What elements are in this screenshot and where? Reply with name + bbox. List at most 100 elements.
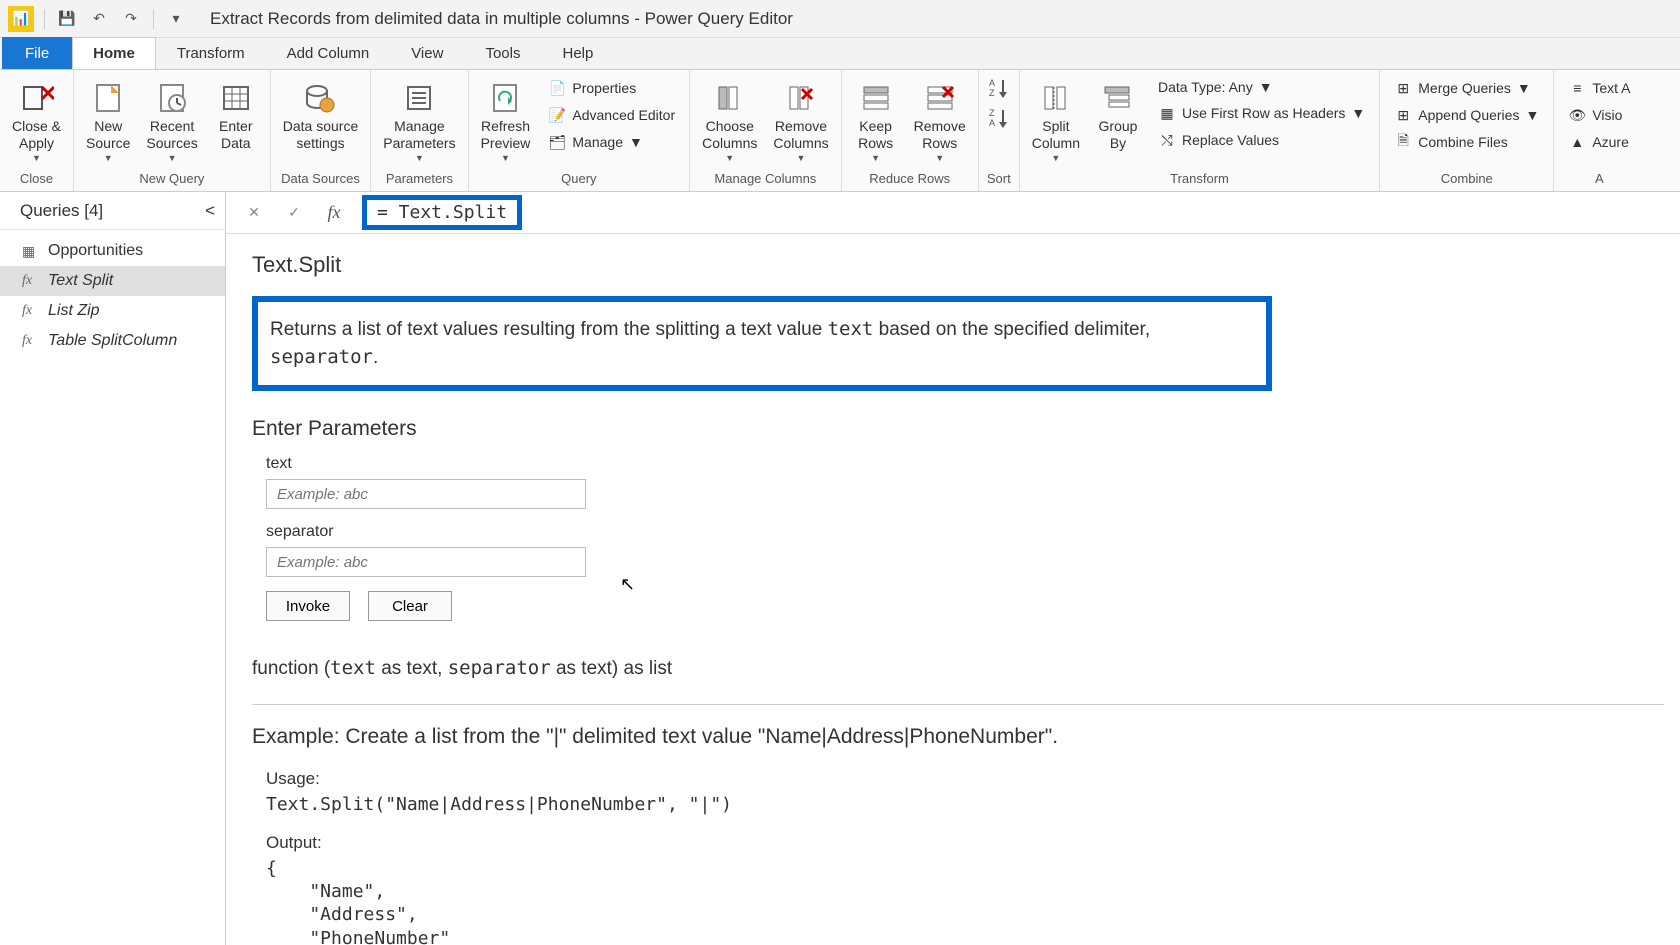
append-queries-button[interactable]: ⊞Append Queries ▼ [1388,103,1545,127]
close-apply-icon [17,78,57,118]
group-label-transform: Transform [1026,168,1374,189]
output-code: { "Name", "Address", "PhoneNumber" } [252,857,1664,945]
chevron-down-icon: ▼ [1051,153,1060,163]
choose-columns-button[interactable]: ChooseColumns ▼ [696,74,763,167]
properties-icon: 📄 [548,79,566,97]
title-bar: 📊 💾 ↶ ↷ ▾ Extract Records from delimited… [0,0,1680,38]
invoke-button[interactable]: Invoke [266,591,350,621]
param-text-label: text [252,455,1664,473]
manage-button[interactable]: 🗂Manage ▼ [542,130,681,154]
close-apply-button[interactable]: Close &Apply ▼ [6,74,67,167]
append-icon: ⊞ [1394,106,1412,124]
merge-queries-button[interactable]: ⊞Merge Queries ▼ [1388,76,1545,100]
choose-columns-icon [710,78,750,118]
first-row-headers-button[interactable]: ▦Use First Row as Headers ▼ [1152,101,1371,125]
formula-cancel-button[interactable]: ✕ [236,198,272,228]
undo-icon[interactable]: ↶ [87,7,111,31]
recent-sources-icon [152,78,192,118]
manage-parameters-icon [399,78,439,118]
properties-button[interactable]: 📄Properties [542,76,681,100]
combine-files-button[interactable]: 🗎Combine Files [1388,130,1545,154]
ribbon: Close &Apply ▼ Close NewSource ▼ RecentS… [0,70,1680,192]
group-label-combine: Combine [1386,168,1547,189]
chevron-down-icon: ▼ [935,153,944,163]
keep-rows-icon [856,78,896,118]
advanced-editor-button[interactable]: 📝Advanced Editor [542,103,681,127]
enter-data-button[interactable]: EnterData [208,74,264,156]
tab-transform[interactable]: Transform [156,37,266,69]
group-label-datasources: Data Sources [277,168,364,189]
qat-dropdown-icon[interactable]: ▾ [164,7,188,31]
svg-text:A: A [989,78,995,88]
tab-home[interactable]: Home [72,37,156,69]
function-icon: fx [22,273,40,289]
enter-parameters-heading: Enter Parameters [252,417,1664,441]
data-source-settings-button[interactable]: Data sourcesettings [277,74,364,156]
sort-asc-button[interactable]: AZ [985,74,1013,102]
vision-icon: 👁 [1568,106,1586,124]
recent-sources-button[interactable]: RecentSources ▼ [140,74,203,167]
split-column-icon [1036,78,1076,118]
collapse-icon[interactable]: < [205,201,215,221]
chevron-down-icon: ▼ [1259,79,1273,95]
tab-file[interactable]: File [2,37,72,69]
group-by-button[interactable]: GroupBy [1090,74,1146,156]
queries-list: ▦ Opportunities fx Text Split fx List Zi… [0,230,225,362]
formula-fx-button[interactable]: fx [316,198,352,228]
refresh-preview-button[interactable]: RefreshPreview ▼ [475,74,537,167]
query-item-text-split[interactable]: fx Text Split [0,266,225,296]
group-label-sort: Sort [985,168,1013,189]
function-title: Text.Split [252,252,1664,278]
text-analytics-button[interactable]: ≡Text A [1562,76,1636,100]
function-icon: fx [22,333,40,349]
replace-values-button[interactable]: ⤭Replace Values [1152,128,1371,152]
table-icon: ▦ [22,243,40,260]
formula-commit-button[interactable]: ✓ [276,198,312,228]
queries-panel: Queries [4] < ▦ Opportunities fx Text Sp… [0,192,226,945]
group-label-reducerows: Reduce Rows [848,168,972,189]
chevron-down-icon: ▼ [415,153,424,163]
remove-columns-button[interactable]: RemoveColumns ▼ [767,74,834,167]
param-text-input[interactable] [266,479,586,509]
query-item-table-splitcolumn[interactable]: fx Table SplitColumn [0,326,225,356]
group-label-ai: A [1560,168,1638,189]
chevron-down-icon: ▼ [1525,107,1539,123]
query-item-list-zip[interactable]: fx List Zip [0,296,225,326]
function-description-box: Returns a list of text values resulting … [252,296,1272,391]
enter-data-icon [216,78,256,118]
sort-desc-button[interactable]: ZA [985,104,1013,132]
remove-rows-button[interactable]: RemoveRows ▼ [908,74,972,167]
redo-icon[interactable]: ↷ [119,7,143,31]
tab-view[interactable]: View [390,37,464,69]
divider [252,704,1664,705]
split-column-button[interactable]: SplitColumn ▼ [1026,74,1086,167]
group-label-close: Close [6,168,67,189]
tab-tools[interactable]: Tools [464,37,541,69]
window-title: Extract Records from delimited data in m… [210,9,793,29]
combine-files-icon: 🗎 [1394,133,1412,151]
clear-button[interactable]: Clear [368,591,452,621]
data-type-button[interactable]: Data Type: Any ▼ [1152,76,1371,98]
tab-add-column[interactable]: Add Column [266,37,391,69]
text-icon: ≡ [1568,79,1586,97]
manage-parameters-button[interactable]: ManageParameters ▼ [377,74,461,167]
save-icon[interactable]: 💾 [55,7,79,31]
manage-icon: 🗂 [548,133,566,151]
svg-text:A: A [989,118,995,128]
chevron-down-icon: ▼ [871,153,880,163]
formula-input[interactable]: = Text.Split [377,202,507,223]
azure-ml-button[interactable]: ▲Azure [1562,130,1636,154]
new-source-button[interactable]: NewSource ▼ [80,74,136,167]
function-icon: fx [22,303,40,319]
keep-rows-button[interactable]: KeepRows ▼ [848,74,904,167]
advanced-editor-icon: 📝 [548,106,566,124]
chevron-down-icon: ▼ [104,153,113,163]
chevron-down-icon: ▼ [1351,105,1365,121]
app-icon: 📊 [8,6,34,32]
query-item-opportunities[interactable]: ▦ Opportunities [0,236,225,266]
svg-text:Z: Z [989,88,995,98]
tab-help[interactable]: Help [541,37,614,69]
formula-bar: ✕ ✓ fx = Text.Split [226,192,1680,234]
vision-button[interactable]: 👁Visio [1562,103,1636,127]
param-separator-input[interactable] [266,547,586,577]
